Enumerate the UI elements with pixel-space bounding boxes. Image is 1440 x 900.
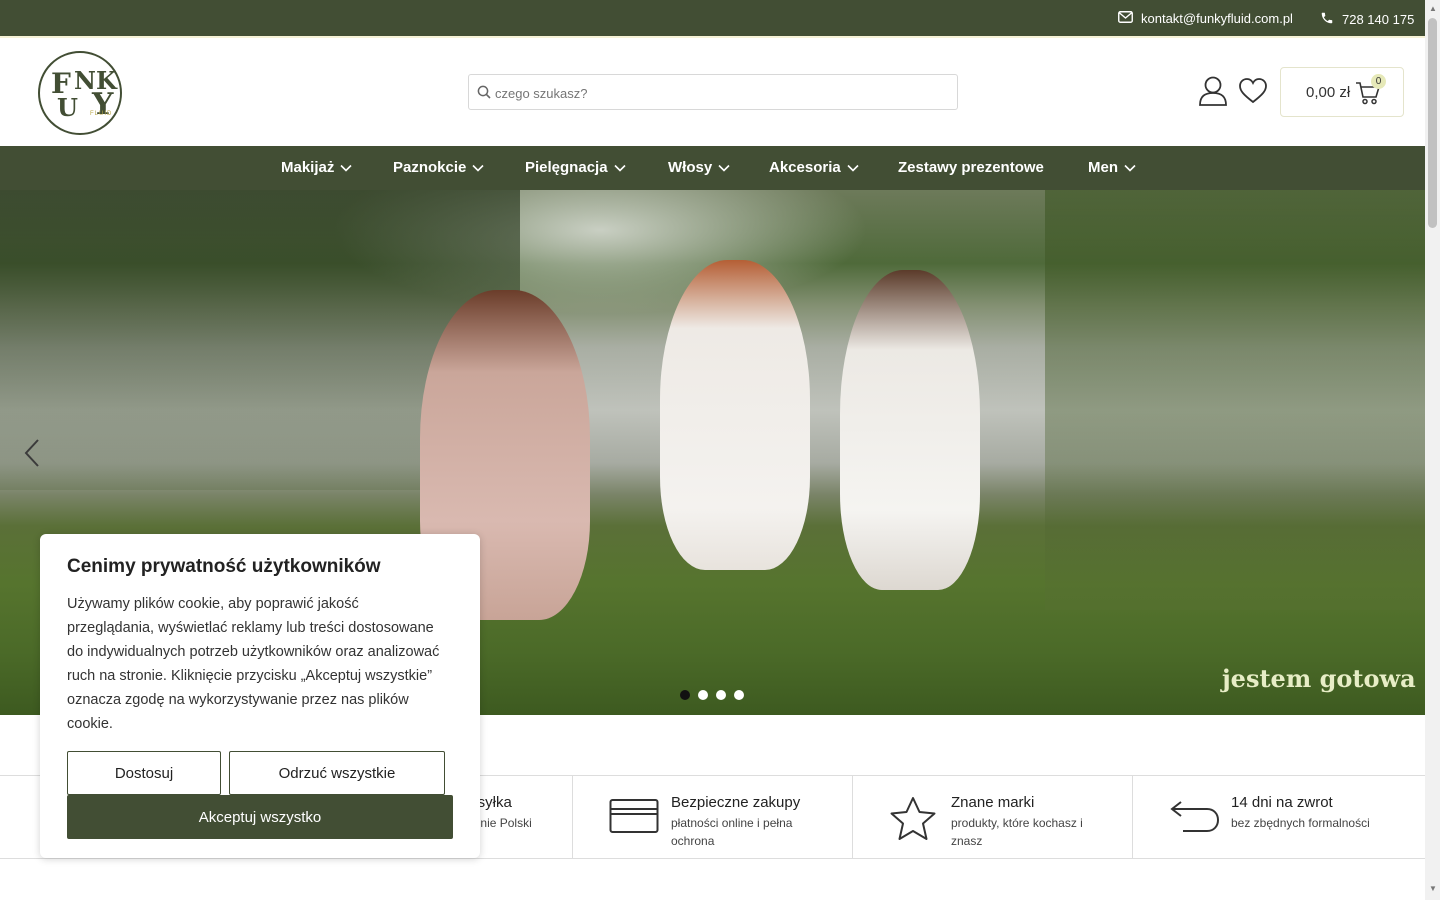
nav-item-label: Akcesoria bbox=[769, 159, 841, 176]
chevron-down-icon bbox=[847, 159, 859, 176]
hero-image-figure bbox=[840, 270, 980, 590]
site-header: F NK U Y FLUID 0,00 zł 0 bbox=[0, 40, 1425, 146]
nav-item-pielegnacja[interactable]: Pielęgnacja bbox=[525, 159, 626, 176]
credit-card-icon bbox=[609, 796, 659, 841]
cart-button[interactable]: 0,00 zł 0 bbox=[1280, 67, 1404, 117]
hero-slogan: jestem gotowa bbox=[1222, 664, 1416, 693]
nav-item-makijaz[interactable]: Makijaż bbox=[281, 159, 352, 176]
nav-item-paznokcie[interactable]: Paznokcie bbox=[393, 159, 484, 176]
contact-phone-text: 728 140 175 bbox=[1342, 12, 1415, 27]
nav-item-label: Włosy bbox=[668, 159, 713, 176]
cookie-title: Cenimy prywatność użytkowników bbox=[67, 556, 381, 577]
page-scrollbar[interactable]: ▲ ▼ bbox=[1425, 0, 1440, 900]
slider-dot[interactable] bbox=[734, 690, 744, 700]
logo-letter: U bbox=[57, 93, 78, 122]
nav-item-akcesoria[interactable]: Akcesoria bbox=[769, 159, 859, 176]
user-icon[interactable] bbox=[1198, 75, 1228, 112]
feature-description: produkty, które kochasz i znasz bbox=[951, 816, 1083, 848]
feature-title: Bezpieczne zakupy bbox=[671, 794, 801, 811]
slider-dot[interactable] bbox=[698, 690, 708, 700]
main-nav: Makijaż Paznokcie Pielęgnacja Włosy Akce… bbox=[0, 146, 1425, 190]
feature-title: 14 dni na zwrot bbox=[1231, 794, 1333, 811]
contact-email-text: kontakt@funkyfluid.com.pl bbox=[1141, 11, 1293, 26]
slider-dot[interactable] bbox=[716, 690, 726, 700]
nav-item-label: Men bbox=[1088, 159, 1118, 176]
hero-image-figure bbox=[660, 260, 810, 570]
logo[interactable]: F NK U Y FLUID bbox=[38, 51, 122, 135]
contact-email[interactable]: kontakt@funkyfluid.com.pl bbox=[1118, 11, 1293, 26]
slider-dots bbox=[680, 690, 744, 700]
chevron-down-icon bbox=[340, 159, 352, 176]
nav-item-men[interactable]: Men bbox=[1088, 159, 1136, 176]
nav-item-label: Zestawy prezentowe bbox=[898, 159, 1044, 176]
top-bar: kontakt@funkyfluid.com.pl 728 140 175 bbox=[0, 0, 1425, 38]
chevron-down-icon bbox=[718, 159, 730, 176]
hero-image-trees bbox=[1045, 190, 1425, 610]
cookie-text: Używamy plików cookie, aby poprawić jako… bbox=[67, 596, 440, 732]
accept-all-button[interactable]: Akceptuj wszystko bbox=[67, 795, 453, 839]
feature-description: płatności online i pełna ochrona bbox=[671, 816, 793, 848]
star-icon bbox=[889, 796, 937, 847]
return-arrow-icon bbox=[1169, 796, 1221, 841]
logo-subtitle: FLUID bbox=[90, 111, 113, 117]
scroll-down-icon[interactable]: ▼ bbox=[1429, 884, 1437, 893]
nav-item-wlosy[interactable]: Włosy bbox=[668, 159, 730, 176]
slider-prev-icon[interactable] bbox=[22, 438, 42, 473]
cookie-consent-dialog: Cenimy prywatność użytkowników Używamy p… bbox=[40, 534, 480, 858]
nav-item-zestawy-prezentowe[interactable]: Zestawy prezentowe bbox=[898, 159, 1044, 176]
search-box bbox=[468, 74, 958, 110]
nav-item-label: Pielęgnacja bbox=[525, 159, 608, 176]
chevron-down-icon bbox=[1124, 159, 1136, 176]
heart-icon[interactable] bbox=[1238, 77, 1268, 110]
search-icon[interactable] bbox=[477, 85, 491, 104]
feature-secure-payment: Bezpieczne zakupy płatności online i peł… bbox=[572, 776, 852, 858]
customize-button[interactable]: Dostosuj bbox=[67, 751, 221, 795]
chevron-down-icon bbox=[613, 159, 626, 176]
slider-dot[interactable] bbox=[680, 690, 690, 700]
search-input[interactable] bbox=[495, 83, 945, 103]
envelope-icon bbox=[1118, 11, 1133, 26]
reject-all-button[interactable]: Odrzuć wszystkie bbox=[229, 751, 445, 795]
feature-title: Znane marki bbox=[951, 794, 1035, 811]
feature-returns: 14 dni na zwrot bez zbędnych formalności bbox=[1132, 776, 1425, 858]
nav-item-label: Paznokcie bbox=[393, 159, 467, 176]
phone-icon bbox=[1320, 11, 1334, 28]
cart-count-badge: 0 bbox=[1371, 74, 1386, 89]
scroll-up-icon[interactable]: ▲ bbox=[1429, 4, 1437, 13]
feature-description: bez zbędnych formalności bbox=[1231, 816, 1370, 830]
chevron-down-icon bbox=[472, 159, 484, 176]
scrollbar-thumb[interactable] bbox=[1428, 18, 1437, 228]
feature-brands: Znane marki produkty, które kochasz i zn… bbox=[852, 776, 1132, 858]
nav-item-label: Makijaż bbox=[281, 159, 335, 176]
cart-total: 0,00 zł bbox=[1306, 84, 1351, 101]
contact-phone[interactable]: 728 140 175 bbox=[1320, 11, 1414, 28]
